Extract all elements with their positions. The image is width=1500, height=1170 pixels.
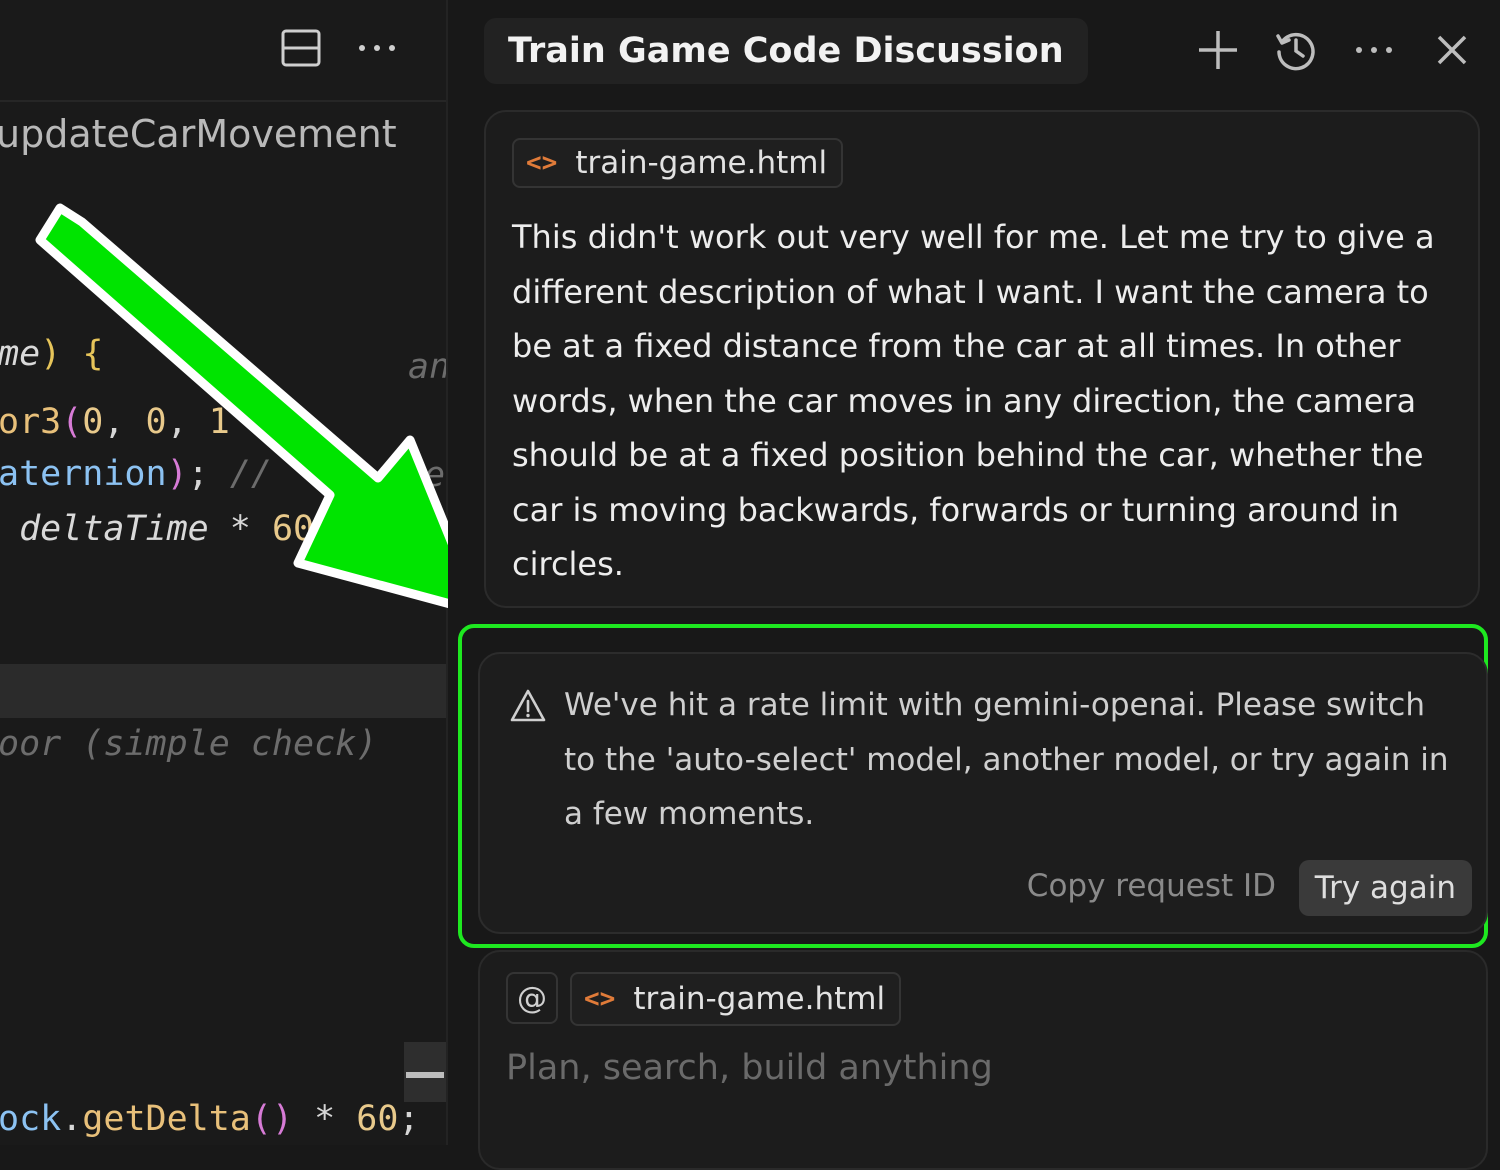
rate-limit-error: We've hit a rate limit with gemini-opena…: [478, 652, 1488, 934]
code-token: aternion: [0, 454, 167, 494]
close-icon[interactable]: [1428, 26, 1476, 74]
code-comment-fragment-2: e: [424, 455, 446, 495]
file-context-chip[interactable]: <> train-game.html: [512, 138, 844, 188]
code-comment-line: oor (simple check): [0, 724, 378, 764]
code-token: deltaTime: [0, 509, 209, 549]
code-line-2: or3(0, 0, 1: [0, 405, 230, 440]
layout-split-icon[interactable]: [279, 26, 323, 70]
code-line-3: aternion); //: [0, 457, 293, 492]
copy-request-id-button[interactable]: Copy request ID: [1027, 868, 1276, 904]
code-token: {: [82, 334, 104, 374]
code-token: *: [208, 509, 272, 549]
code-token: 60: [356, 1099, 399, 1139]
code-token: //: [229, 454, 294, 494]
code-comment-fragment: an: [408, 347, 448, 387]
code-token: ock: [0, 1099, 62, 1139]
file-chip-label: train-game.html: [633, 981, 886, 1017]
code-token: ,: [103, 402, 146, 442]
code-token: 60: [271, 509, 315, 549]
code-token: ): [40, 334, 83, 374]
code-token: or3: [0, 402, 62, 442]
code-token: .: [61, 1099, 83, 1139]
code-line-1: me) {: [0, 337, 103, 372]
more-horizontal-icon[interactable]: [1350, 26, 1398, 74]
minimap-scroll-marker[interactable]: [404, 1042, 446, 1102]
breadcrumb-symbol[interactable]: updateCarMovement: [0, 112, 397, 156]
code-token: (): [250, 1099, 294, 1139]
user-message[interactable]: <> train-game.html This didn't work out …: [484, 110, 1480, 608]
mention-button[interactable]: @: [506, 972, 558, 1024]
code-token: ;: [398, 1099, 420, 1139]
file-chip-label: train-game.html: [575, 145, 828, 181]
code-line-last: ock.getDelta() * 60;: [0, 1102, 419, 1137]
code-token: getDelta: [82, 1099, 251, 1139]
history-icon[interactable]: [1272, 26, 1320, 74]
chat-input[interactable]: [506, 1048, 1406, 1088]
editor-toolbar: [0, 0, 446, 102]
chat-composer[interactable]: @ <> train-game.html: [478, 950, 1488, 1170]
code-token: ,: [166, 402, 209, 442]
code-token: me: [0, 334, 41, 374]
code-token: ;: [187, 454, 230, 494]
code-token: ): [166, 454, 188, 494]
chat-title[interactable]: Train Game Code Discussion: [484, 18, 1088, 84]
code-token: 1: [208, 402, 230, 442]
code-file-icon: <>: [584, 984, 616, 1014]
try-again-button[interactable]: Try again: [1298, 860, 1472, 916]
current-line-highlight: [0, 664, 446, 718]
warning-icon: [510, 689, 546, 722]
code-editor[interactable]: updateCarMovement me) { an or3(0, 0, 1 a…: [0, 0, 448, 1145]
code-token: 0: [145, 402, 167, 442]
composer-file-chip[interactable]: <> train-game.html: [570, 972, 902, 1026]
code-file-icon: <>: [526, 148, 558, 178]
code-token: *: [293, 1099, 357, 1139]
plus-icon[interactable]: [1194, 26, 1242, 74]
chat-panel: Train Game Code Discussion <> train-game…: [448, 0, 1500, 1170]
message-text: This didn't work out very well for me. L…: [512, 218, 1435, 583]
code-line-4: deltaTime * 60: [0, 512, 314, 547]
more-horizontal-icon[interactable]: [355, 26, 399, 70]
code-token: (: [61, 402, 83, 442]
code-token: 0: [82, 402, 104, 442]
error-message: We've hit a rate limit with gemini-opena…: [564, 687, 1449, 832]
